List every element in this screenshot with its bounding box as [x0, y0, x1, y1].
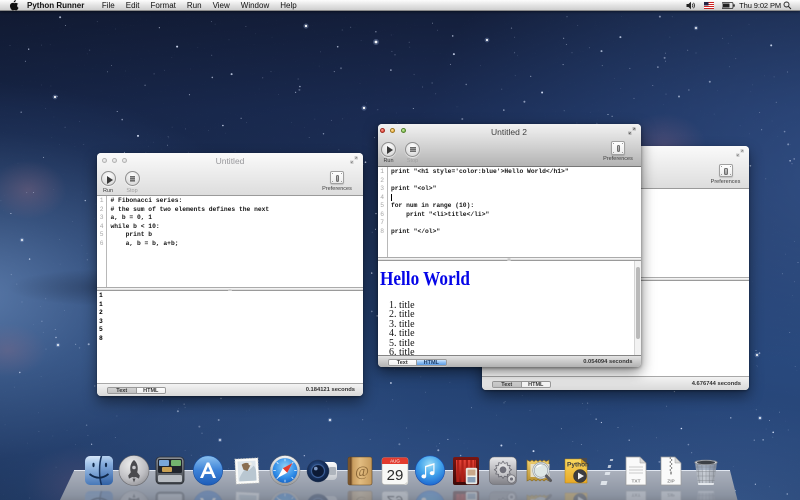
- svg-text:ZIP: ZIP: [667, 478, 675, 484]
- svg-text:@: @: [355, 464, 369, 480]
- svg-text:TXT: TXT: [631, 478, 640, 484]
- svg-text:29: 29: [386, 467, 403, 484]
- svg-text:Python: Python: [567, 461, 589, 468]
- svg-text:AUG: AUG: [390, 458, 400, 463]
